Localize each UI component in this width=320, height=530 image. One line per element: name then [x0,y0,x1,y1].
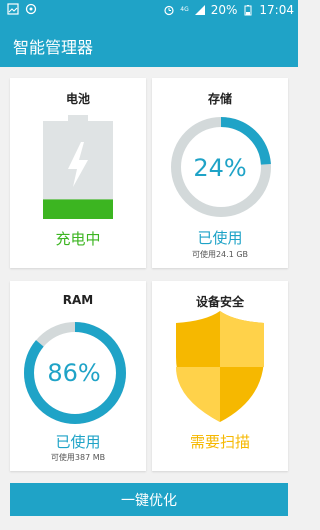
battery-card[interactable]: 电池 充电中 [10,78,146,268]
page-title: 智能管理器 [13,38,94,57]
storage-status: 已使用 [197,229,243,247]
ram-percent: 86% [47,359,101,387]
battery-percent: 20% [210,3,238,17]
image-notification-icon [7,3,19,15]
battery-level-fill [43,199,113,219]
signal-icon [194,5,205,15]
network-type: 4G [180,6,189,13]
status-bar: 4G 20% 17:04 [0,0,298,22]
battery-icon [244,5,252,16]
alarm-icon [164,5,174,16]
ram-card[interactable]: RAM 86% 已使用 可使用387 MB [10,281,146,471]
security-status: 需要扫描 [189,433,250,451]
storage-card[interactable]: 存储 24% 已使用 可使用24.1 GB [152,78,288,268]
clock: 17:04 [259,3,294,17]
storage-percent: 24% [193,154,247,182]
security-card[interactable]: 设备安全 需要扫描 [152,281,288,471]
storage-available: 可使用24.1 GB [191,250,249,259]
app-bar: 智能管理器 [0,22,298,67]
sync-notification-icon [25,3,37,15]
battery-status: 充电中 [55,230,101,248]
ram-status: 已使用 [55,433,101,451]
optimize-button[interactable]: 一键优化 [10,483,288,516]
ram-available: 可使用387 MB [50,453,106,462]
